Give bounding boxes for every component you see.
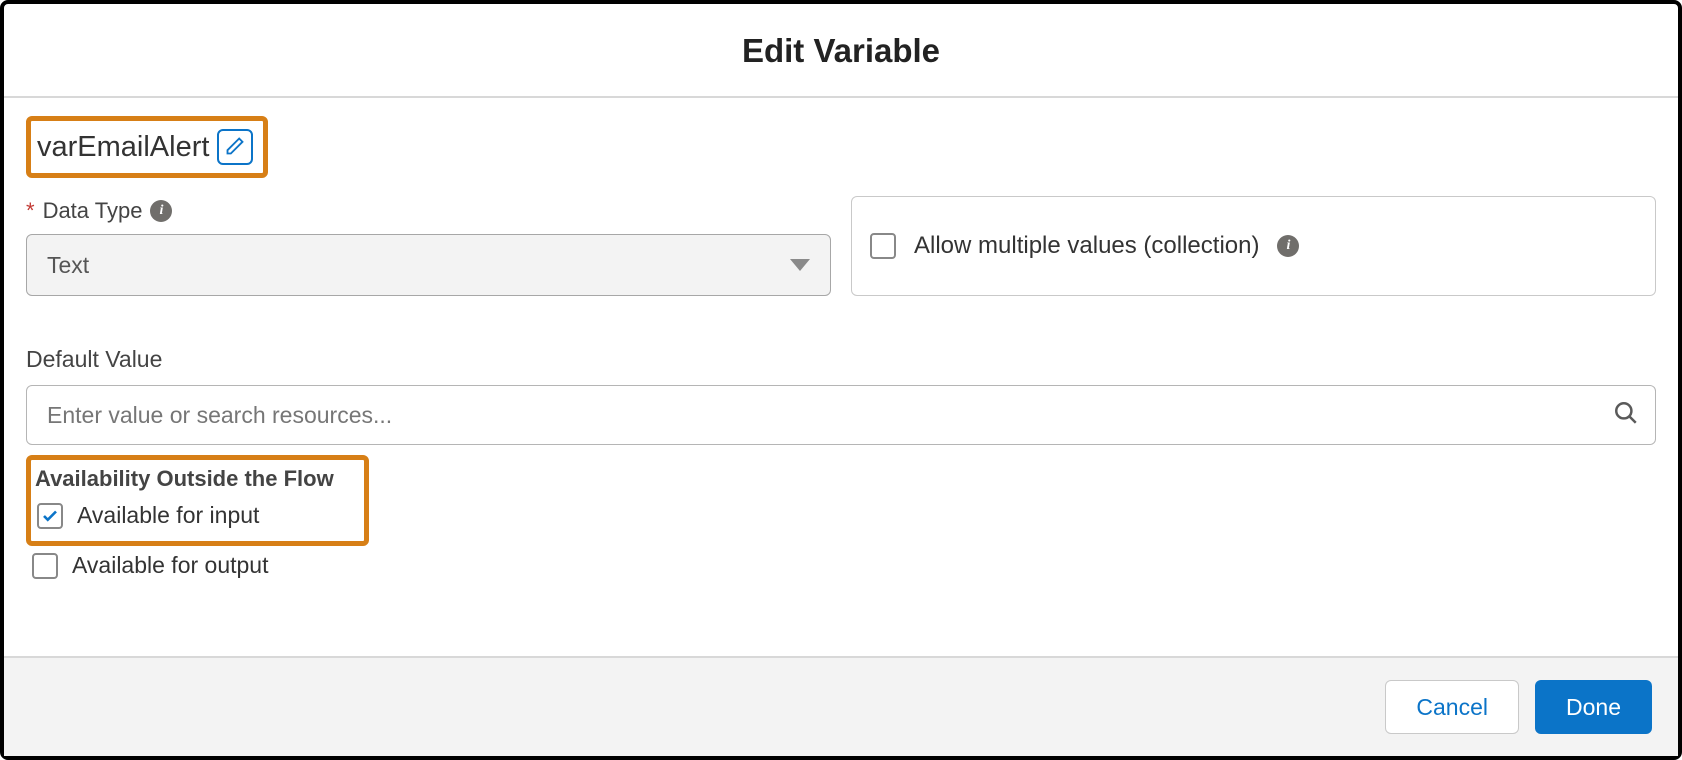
available-output-label: Available for output bbox=[72, 552, 269, 579]
availability-group: Availability Outside the Flow Available … bbox=[26, 455, 369, 546]
allow-multiple-box: Allow multiple values (collection) i bbox=[851, 196, 1656, 296]
available-input-label: Available for input bbox=[77, 502, 259, 529]
default-value-input-wrap bbox=[26, 385, 1656, 445]
available-input-row: Available for input bbox=[37, 502, 334, 529]
pencil-icon bbox=[225, 136, 245, 159]
variable-name: varEmailAlert bbox=[37, 131, 209, 164]
data-type-select[interactable]: Text bbox=[26, 234, 831, 296]
dialog-title: Edit Variable bbox=[4, 32, 1678, 70]
done-button[interactable]: Done bbox=[1535, 680, 1652, 734]
default-value-input[interactable] bbox=[47, 402, 1613, 429]
data-type-label: Data Type bbox=[43, 198, 143, 224]
dialog-content: varEmailAlert * Data Type i Text bbox=[4, 98, 1678, 656]
dialog-header: Edit Variable bbox=[4, 4, 1678, 98]
chevron-down-icon bbox=[790, 259, 810, 271]
available-output-checkbox[interactable] bbox=[32, 553, 58, 579]
available-input-checkbox[interactable] bbox=[37, 503, 63, 529]
required-asterisk: * bbox=[26, 198, 35, 224]
info-icon[interactable]: i bbox=[1277, 235, 1299, 257]
data-type-label-row: * Data Type i bbox=[26, 198, 831, 224]
default-value-label: Default Value bbox=[26, 346, 1656, 373]
availability-title: Availability Outside the Flow bbox=[35, 466, 334, 492]
available-output-row: Available for output bbox=[32, 552, 1656, 579]
variable-name-block: varEmailAlert bbox=[26, 116, 268, 178]
cancel-button[interactable]: Cancel bbox=[1385, 680, 1519, 734]
search-icon bbox=[1613, 400, 1639, 431]
data-type-value: Text bbox=[47, 252, 89, 279]
dialog-footer: Cancel Done bbox=[4, 656, 1678, 756]
info-icon[interactable]: i bbox=[150, 200, 172, 222]
edit-name-button[interactable] bbox=[217, 129, 253, 165]
allow-multiple-label: Allow multiple values (collection) bbox=[914, 232, 1259, 260]
allow-multiple-checkbox[interactable] bbox=[870, 233, 896, 259]
